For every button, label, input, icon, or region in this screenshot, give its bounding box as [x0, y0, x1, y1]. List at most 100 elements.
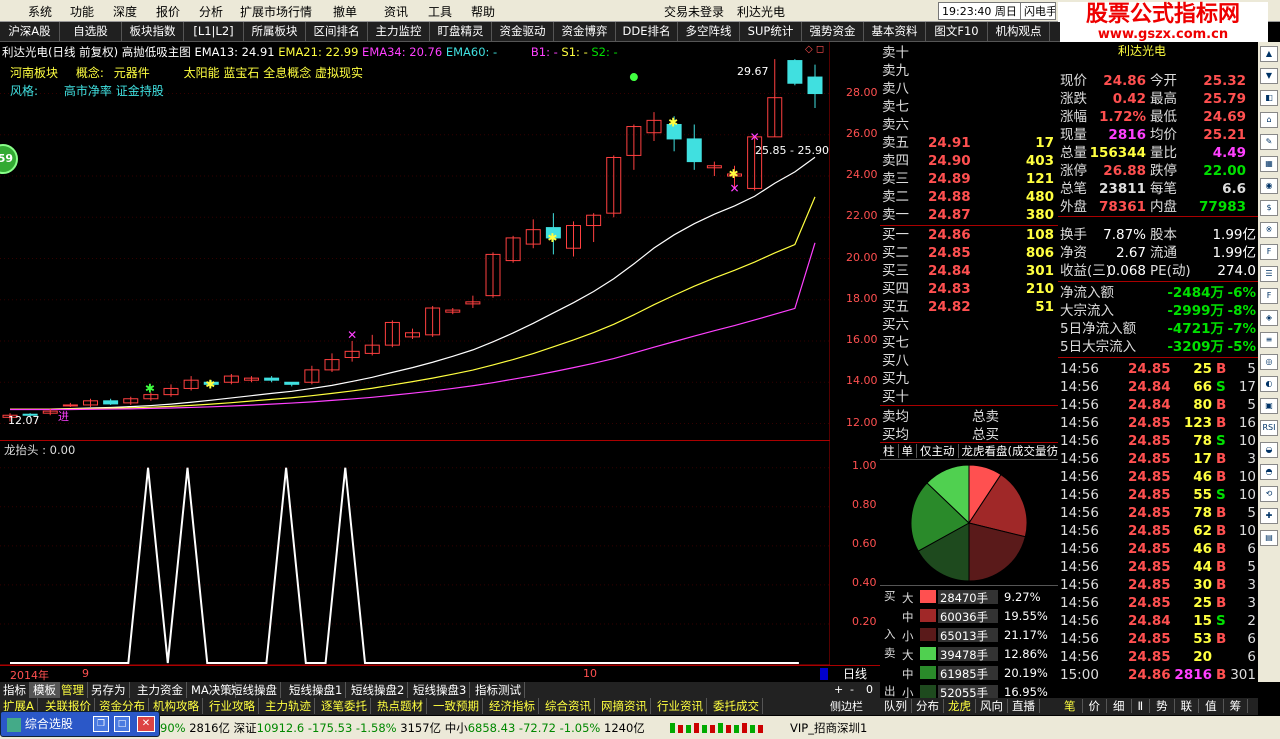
- feature-tab-11[interactable]: 网摘资讯: [598, 698, 651, 714]
- tick-tab-4[interactable]: 势: [1150, 699, 1175, 713]
- menu-cancel-order[interactable]: 撤单: [333, 3, 357, 20]
- toolbar-btn-9[interactable]: 资金博弈: [554, 22, 616, 41]
- orderbook-row[interactable]: 卖一 24.87 380: [880, 206, 1058, 224]
- period-label[interactable]: 日线: [830, 665, 880, 682]
- menu-function[interactable]: 功能: [70, 3, 94, 20]
- bottom-tab-2[interactable]: 管理: [58, 682, 88, 698]
- tick-tab-3[interactable]: Ⅱ: [1131, 699, 1151, 713]
- orderbook-row[interactable]: 买六: [880, 316, 1058, 334]
- toolbar-btn-15[interactable]: 图文F10: [926, 22, 988, 41]
- bottom-tab-9[interactable]: 短线操盘3: [410, 682, 471, 698]
- tick-tab-7[interactable]: 筹: [1223, 699, 1249, 713]
- toolbar-btn-10[interactable]: DDE排名: [616, 22, 678, 41]
- toolbar-btn-1[interactable]: 自选股: [60, 22, 122, 41]
- orderbook-row[interactable]: 卖九: [880, 62, 1058, 80]
- flash-trade-button[interactable]: 闪电手: [1020, 2, 1056, 20]
- toolbar-btn-3[interactable]: [L1|L2]: [184, 22, 244, 41]
- toolbar-btn-6[interactable]: 主力监控: [368, 22, 430, 41]
- side-tool-icon[interactable]: F: [1260, 244, 1278, 260]
- feature-tab-13[interactable]: 委托成交: [710, 698, 763, 714]
- tick-tab-6[interactable]: 值: [1199, 699, 1224, 713]
- bottom-tab-4[interactable]: 主力资金: [134, 682, 187, 698]
- toolbar-btn-8[interactable]: 资金驱动: [492, 22, 554, 41]
- stock-picker-window[interactable]: 综合选股 ❐ □ ✕: [0, 711, 160, 737]
- side-tool-icon[interactable]: ⌂: [1260, 112, 1278, 128]
- orderbook-row[interactable]: 卖二 24.88 480: [880, 188, 1058, 206]
- orderbook-row[interactable]: 买七: [880, 334, 1058, 352]
- side-tool-icon[interactable]: ✚: [1260, 508, 1278, 524]
- right-tab-1[interactable]: 分布: [912, 699, 944, 713]
- orderbook-row[interactable]: 卖七: [880, 98, 1058, 116]
- orderbook-row[interactable]: 买一 24.86 108: [880, 226, 1058, 244]
- orderbook-row[interactable]: 买九: [880, 370, 1058, 388]
- right-tab-0[interactable]: 队列: [880, 699, 912, 713]
- menu-ext-market[interactable]: 扩展市场行情: [240, 3, 312, 20]
- orderbook-row[interactable]: 买五 24.82 51: [880, 298, 1058, 316]
- orderbook-row[interactable]: 卖六: [880, 116, 1058, 134]
- feature-tab-6[interactable]: 逐笔委托: [318, 698, 371, 714]
- orderbook-row[interactable]: 买八: [880, 352, 1058, 370]
- maximize-icon[interactable]: □: [114, 716, 130, 732]
- menu-depth[interactable]: 深度: [113, 3, 137, 20]
- feature-tab-10[interactable]: 综合资讯: [542, 698, 595, 714]
- orderbook-row[interactable]: 卖三 24.89 121: [880, 170, 1058, 188]
- concept-list[interactable]: 太阳能 蓝宝石 全息概念 虚拟现实: [184, 66, 363, 80]
- zoom-reset-button[interactable]: 0: [866, 683, 873, 696]
- zoom-in-button[interactable]: +: [834, 683, 843, 696]
- bottom-tab-10[interactable]: 指标测试: [472, 682, 525, 698]
- side-tool-icon[interactable]: ◧: [1260, 90, 1278, 106]
- toolbar-btn-11[interactable]: 多空阵线: [678, 22, 740, 41]
- menu-analysis[interactable]: 分析: [199, 3, 223, 20]
- close-icon[interactable]: ✕: [137, 716, 155, 732]
- side-tool-icon[interactable]: RSI: [1260, 420, 1278, 436]
- side-tool-icon[interactable]: ≡: [1260, 332, 1278, 348]
- side-tool-icon[interactable]: ◎: [1260, 354, 1278, 370]
- feature-tab-7[interactable]: 热点题材: [374, 698, 427, 714]
- toolbar-btn-7[interactable]: 盯盘精灵: [430, 22, 492, 41]
- tab-dragon-tiger[interactable]: 龙虎看盘(成交量彷: [959, 444, 1059, 458]
- orderbook-row[interactable]: 买十: [880, 388, 1058, 406]
- side-tool-icon[interactable]: ◈: [1260, 310, 1278, 326]
- menu-news[interactable]: 资讯: [384, 3, 408, 20]
- side-bar-toggle[interactable]: 侧边栏: [830, 698, 880, 715]
- tick-tab-5[interactable]: 联: [1174, 699, 1200, 713]
- feature-tab-8[interactable]: 一致预期: [430, 698, 483, 714]
- toolbar-btn-13[interactable]: 强势资金: [802, 22, 864, 41]
- sector-label[interactable]: 河南板块: [10, 66, 58, 80]
- side-tool-icon[interactable]: ▤: [1260, 530, 1278, 546]
- feature-tab-4[interactable]: 行业攻略: [206, 698, 259, 714]
- bottom-tab-0[interactable]: 指标: [0, 682, 30, 698]
- menu-quote[interactable]: 报价: [156, 3, 180, 20]
- tab-single[interactable]: 单: [898, 444, 917, 458]
- right-tab-2[interactable]: 龙虎: [944, 699, 976, 713]
- toolbar-btn-2[interactable]: 板块指数: [122, 22, 184, 41]
- side-tool-icon[interactable]: F: [1260, 288, 1278, 304]
- side-tool-icon[interactable]: ◓: [1260, 464, 1278, 480]
- orderbook-row[interactable]: 卖八: [880, 80, 1058, 98]
- indicator-chart[interactable]: 龙抬头 : 0.00: [0, 440, 830, 665]
- tick-tab-0[interactable]: 笔: [1058, 699, 1083, 713]
- bottom-tab-6[interactable]: 短线操盘: [228, 682, 281, 698]
- side-tool-icon[interactable]: ◉: [1260, 178, 1278, 194]
- restore-icon[interactable]: ❐: [93, 716, 109, 732]
- toolbar-btn-4[interactable]: 所属板块: [244, 22, 306, 41]
- tab-bar[interactable]: 柱: [880, 444, 899, 458]
- orderbook-row[interactable]: 卖十: [880, 44, 1058, 62]
- toolbar-btn-0[interactable]: 沪深A股: [0, 22, 60, 41]
- tick-tab-1[interactable]: 价: [1082, 699, 1107, 713]
- tick-tab-2[interactable]: 细: [1107, 699, 1132, 713]
- side-tool-icon[interactable]: ▲: [1260, 46, 1278, 62]
- orderbook-row[interactable]: 卖五 24.91 17: [880, 134, 1058, 152]
- side-tool-icon[interactable]: ✎: [1260, 134, 1278, 150]
- toolbar-btn-14[interactable]: 基本资料: [864, 22, 926, 41]
- candlestick-chart[interactable]: ✱ ✱✱✱✱✕✕✕ 29.67 25.85 - 25.90 12.07 进 ◇ ◻: [0, 42, 830, 440]
- toolbar-btn-16[interactable]: 机构观点: [988, 22, 1050, 41]
- menu-help[interactable]: 帮助: [471, 3, 495, 20]
- diamond-icon[interactable]: ◇ ◻: [805, 44, 824, 55]
- bottom-tab-1[interactable]: 模板: [30, 682, 60, 698]
- zoom-out-button[interactable]: -: [850, 683, 854, 696]
- feature-tab-12[interactable]: 行业资讯: [654, 698, 707, 714]
- bottom-tab-3[interactable]: 另存为: [88, 682, 130, 698]
- toolbar-btn-5[interactable]: 区间排名: [306, 22, 368, 41]
- side-tool-icon[interactable]: ☰: [1260, 266, 1278, 282]
